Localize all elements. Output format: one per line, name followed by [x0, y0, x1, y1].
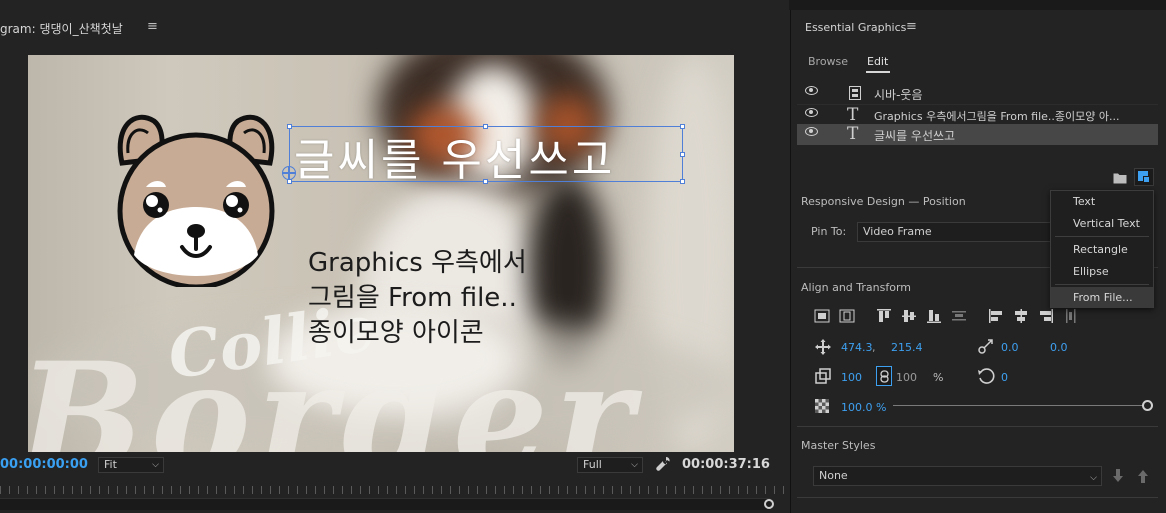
anchor-x-value[interactable]: 0.0	[1001, 341, 1019, 354]
opacity-checker-icon	[815, 399, 829, 413]
align-horizontal-center-frame-icon[interactable]	[839, 308, 855, 324]
section-divider	[797, 426, 1158, 427]
handle-bottom-mid[interactable]	[483, 179, 488, 184]
push-style-down-icon	[1113, 469, 1123, 482]
active-tab-indicator	[866, 71, 890, 73]
chevron-down-icon: ⌵	[152, 460, 159, 470]
program-monitor-title[interactable]: gram: 댕댕이_산책첫날	[0, 20, 123, 37]
playback-resolution-select[interactable]: Full ⌵	[577, 457, 643, 473]
new-group-folder-icon[interactable]	[1113, 172, 1127, 184]
body-text-line-2[interactable]: 그림을 From file..	[308, 277, 517, 314]
align-vertical-center-icon[interactable]	[901, 308, 917, 324]
menu-item-from-file[interactable]: From File...	[1051, 287, 1153, 308]
wrench-icon[interactable]	[655, 456, 671, 472]
anchor-y-value[interactable]: 0.0	[1050, 341, 1068, 354]
position-separator: ,	[872, 341, 876, 354]
rotation-icon	[978, 368, 995, 384]
rotation-value[interactable]: 0	[1001, 371, 1008, 384]
new-layer-menu: Text Vertical Text Rectangle Ellipse Fro…	[1050, 190, 1154, 308]
visibility-eye-icon[interactable]	[805, 108, 818, 117]
handle-bottom-right[interactable]	[680, 179, 685, 184]
responsive-design-title: Responsive Design — Position	[801, 195, 966, 208]
time-ruler[interactable]	[0, 486, 789, 494]
zoom-scroll-bar[interactable]	[0, 498, 770, 510]
section-divider	[797, 497, 1158, 498]
zoom-scroll-handle[interactable]	[764, 499, 774, 509]
opacity-value[interactable]: 100.0 %	[841, 401, 886, 414]
playback-resolution-value: Full	[583, 458, 602, 471]
layer-label: 시바-웃음	[874, 88, 923, 102]
scale-icon	[815, 368, 831, 384]
position-y-value[interactable]: 215.4	[891, 341, 923, 354]
pin-to-label: Pin To:	[811, 225, 847, 238]
handle-top-right[interactable]	[680, 124, 685, 129]
layer-row[interactable]: 시바-웃음	[797, 83, 1158, 104]
text-icon: T	[847, 105, 859, 125]
align-bottom-icon[interactable]	[926, 308, 942, 324]
chain-link-icon	[880, 370, 889, 383]
distribute-horizontal-icon	[1066, 309, 1076, 323]
zoom-level-value: Fit	[104, 458, 117, 471]
handle-top-mid[interactable]	[483, 124, 488, 129]
menu-separator	[1055, 236, 1149, 237]
align-top-icon[interactable]	[876, 308, 892, 324]
anchor-point-icon	[978, 339, 993, 354]
film-icon	[849, 86, 861, 100]
align-vertical-center-frame-icon[interactable]	[814, 308, 830, 324]
handle-mid-right[interactable]	[680, 152, 685, 157]
total-duration-timecode: 00:00:37:16	[682, 457, 770, 472]
chevron-down-icon: ⌵	[631, 460, 638, 470]
text-icon: T	[847, 124, 859, 144]
layer-row-selected[interactable]: T 글씨를 우선쓰고	[797, 124, 1158, 145]
align-right-icon[interactable]	[1038, 308, 1054, 324]
body-text-line-1[interactable]: Graphics 우측에서	[308, 242, 527, 279]
essential-graphics-title[interactable]: Essential Graphics	[805, 21, 906, 34]
layer-row[interactable]: T Graphics 우측에서그림을 From file..종이모양 아...	[797, 104, 1158, 125]
visibility-eye-icon[interactable]	[805, 127, 818, 136]
zoom-level-select[interactable]: Fit ⌵	[98, 457, 164, 473]
master-styles-title: Master Styles	[801, 439, 876, 452]
scale-lock-toggle[interactable]	[876, 366, 892, 386]
master-styles-value: None	[819, 469, 848, 482]
program-monitor-panel: gram: 댕댕이_산책첫날 ≡ Collie Border 글씨를 우선쓰고 …	[0, 0, 789, 513]
master-styles-select[interactable]: None ⌵	[813, 466, 1102, 486]
opacity-slider-track[interactable]	[893, 405, 1147, 406]
new-layer-icon	[1138, 171, 1150, 183]
program-menu-icon[interactable]: ≡	[147, 19, 158, 34]
anchor-point-icon[interactable]	[282, 166, 296, 180]
align-transform-title: Align and Transform	[801, 281, 911, 294]
pin-to-value: Video Frame	[863, 225, 932, 238]
position-move-icon	[815, 339, 831, 355]
tab-edit[interactable]: Edit	[867, 55, 888, 68]
handle-top-left[interactable]	[287, 124, 292, 129]
menu-item-text[interactable]: Text	[1051, 191, 1153, 212]
new-layer-button[interactable]	[1134, 168, 1154, 186]
eg-menu-icon[interactable]: ≡	[906, 19, 917, 34]
tab-browse[interactable]: Browse	[808, 55, 848, 68]
bear-face-icon[interactable]	[106, 107, 286, 287]
body-text-line-3[interactable]: 종이모양 아이콘	[308, 312, 484, 349]
title-bounding-box[interactable]	[289, 126, 683, 182]
layer-label: Graphics 우측에서그림을 From file..종이모양 아...	[874, 110, 1120, 123]
scale-value[interactable]: 100	[841, 371, 862, 384]
premiere-workspace: gram: 댕댕이_산책첫날 ≡ Collie Border 글씨를 우선쓰고 …	[0, 0, 1166, 513]
menu-item-ellipse[interactable]: Ellipse	[1051, 261, 1153, 282]
visibility-eye-icon[interactable]	[805, 86, 818, 95]
align-left-icon[interactable]	[988, 308, 1004, 324]
pull-style-up-icon	[1138, 470, 1148, 483]
current-timecode[interactable]: 00:00:00:00	[0, 457, 88, 472]
distribute-vertical-icon	[952, 311, 966, 321]
align-horizontal-center-icon[interactable]	[1013, 308, 1029, 324]
scale-height-value: 100	[896, 371, 917, 384]
opacity-slider-thumb[interactable]	[1142, 400, 1153, 411]
position-x-value[interactable]: 474.3	[841, 341, 873, 354]
scale-unit: %	[933, 371, 944, 384]
menu-item-rectangle[interactable]: Rectangle	[1051, 239, 1153, 260]
menu-item-vertical-text[interactable]: Vertical Text	[1051, 213, 1153, 234]
pin-to-select[interactable]: Video Frame	[857, 222, 1053, 242]
menu-separator	[1055, 284, 1149, 285]
layer-label: 글씨를 우선쓰고	[874, 129, 956, 143]
chevron-down-icon: ⌵	[1090, 473, 1097, 483]
